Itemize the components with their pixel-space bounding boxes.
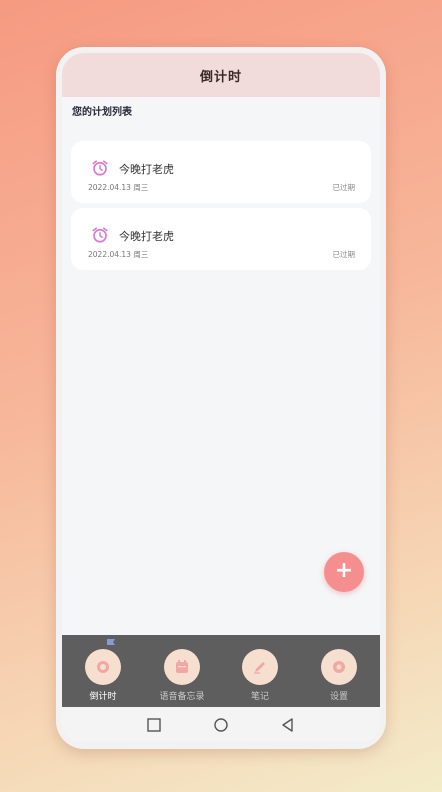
calendar-icon <box>176 660 188 673</box>
plan-card[interactable]: 今晚打老虎 2022.04.13 周三 已过期 <box>71 141 371 203</box>
plus-icon: + <box>334 558 354 583</box>
tab-label: 倒计时 <box>89 692 117 702</box>
tab-icon-bg <box>242 649 278 685</box>
phone-frame: 倒计时 您的计划列表 今晚打老虎 2022.04.13 周三 已过期 今晚打老虎… <box>56 47 386 749</box>
tab-icon-bg <box>85 649 121 685</box>
plan-date: 2022.04.13 周三 <box>88 183 149 192</box>
tab-label: 设置 <box>329 692 348 702</box>
tab-settings[interactable]: 设置 <box>300 635 378 707</box>
home-icon[interactable] <box>213 717 229 733</box>
app-header: 倒计时 <box>62 53 380 97</box>
back-icon[interactable] <box>280 717 296 733</box>
tab-voice-memo[interactable]: 语音备忘录 <box>143 635 221 707</box>
tab-icon-bg <box>321 649 357 685</box>
gear-icon <box>333 661 345 673</box>
plan-card[interactable]: 今晚打老虎 2022.04.13 周三 已过期 <box>71 208 371 270</box>
plan-name: 今晚打老虎 <box>119 230 174 243</box>
app-screen: 倒计时 您的计划列表 今晚打老虎 2022.04.13 周三 已过期 今晚打老虎… <box>62 53 380 743</box>
bottom-tab-bar: 倒计时 语音备忘录 笔记 设置 <box>62 635 380 707</box>
plan-status: 已过期 <box>332 183 356 192</box>
tab-label: 语音备忘录 <box>159 692 205 702</box>
section-title: 您的计划列表 <box>72 107 132 118</box>
plan-name: 今晚打老虎 <box>119 163 174 176</box>
tab-label: 笔记 <box>250 692 269 702</box>
system-nav-bar <box>62 707 380 743</box>
add-plan-button[interactable]: + <box>324 552 364 592</box>
alarm-clock-icon <box>92 160 108 176</box>
pen-icon <box>254 662 265 674</box>
recent-apps-icon[interactable] <box>146 717 162 733</box>
plan-date: 2022.04.13 周三 <box>88 250 149 259</box>
plan-status: 已过期 <box>332 250 356 259</box>
flag-icon <box>107 639 115 648</box>
alarm-icon <box>97 661 109 673</box>
alarm-clock-icon <box>92 227 108 243</box>
tab-notes[interactable]: 笔记 <box>221 635 299 707</box>
tab-countdown[interactable]: 倒计时 <box>64 635 142 707</box>
page-title: 倒计时 <box>199 69 242 85</box>
tab-icon-bg <box>164 649 200 685</box>
